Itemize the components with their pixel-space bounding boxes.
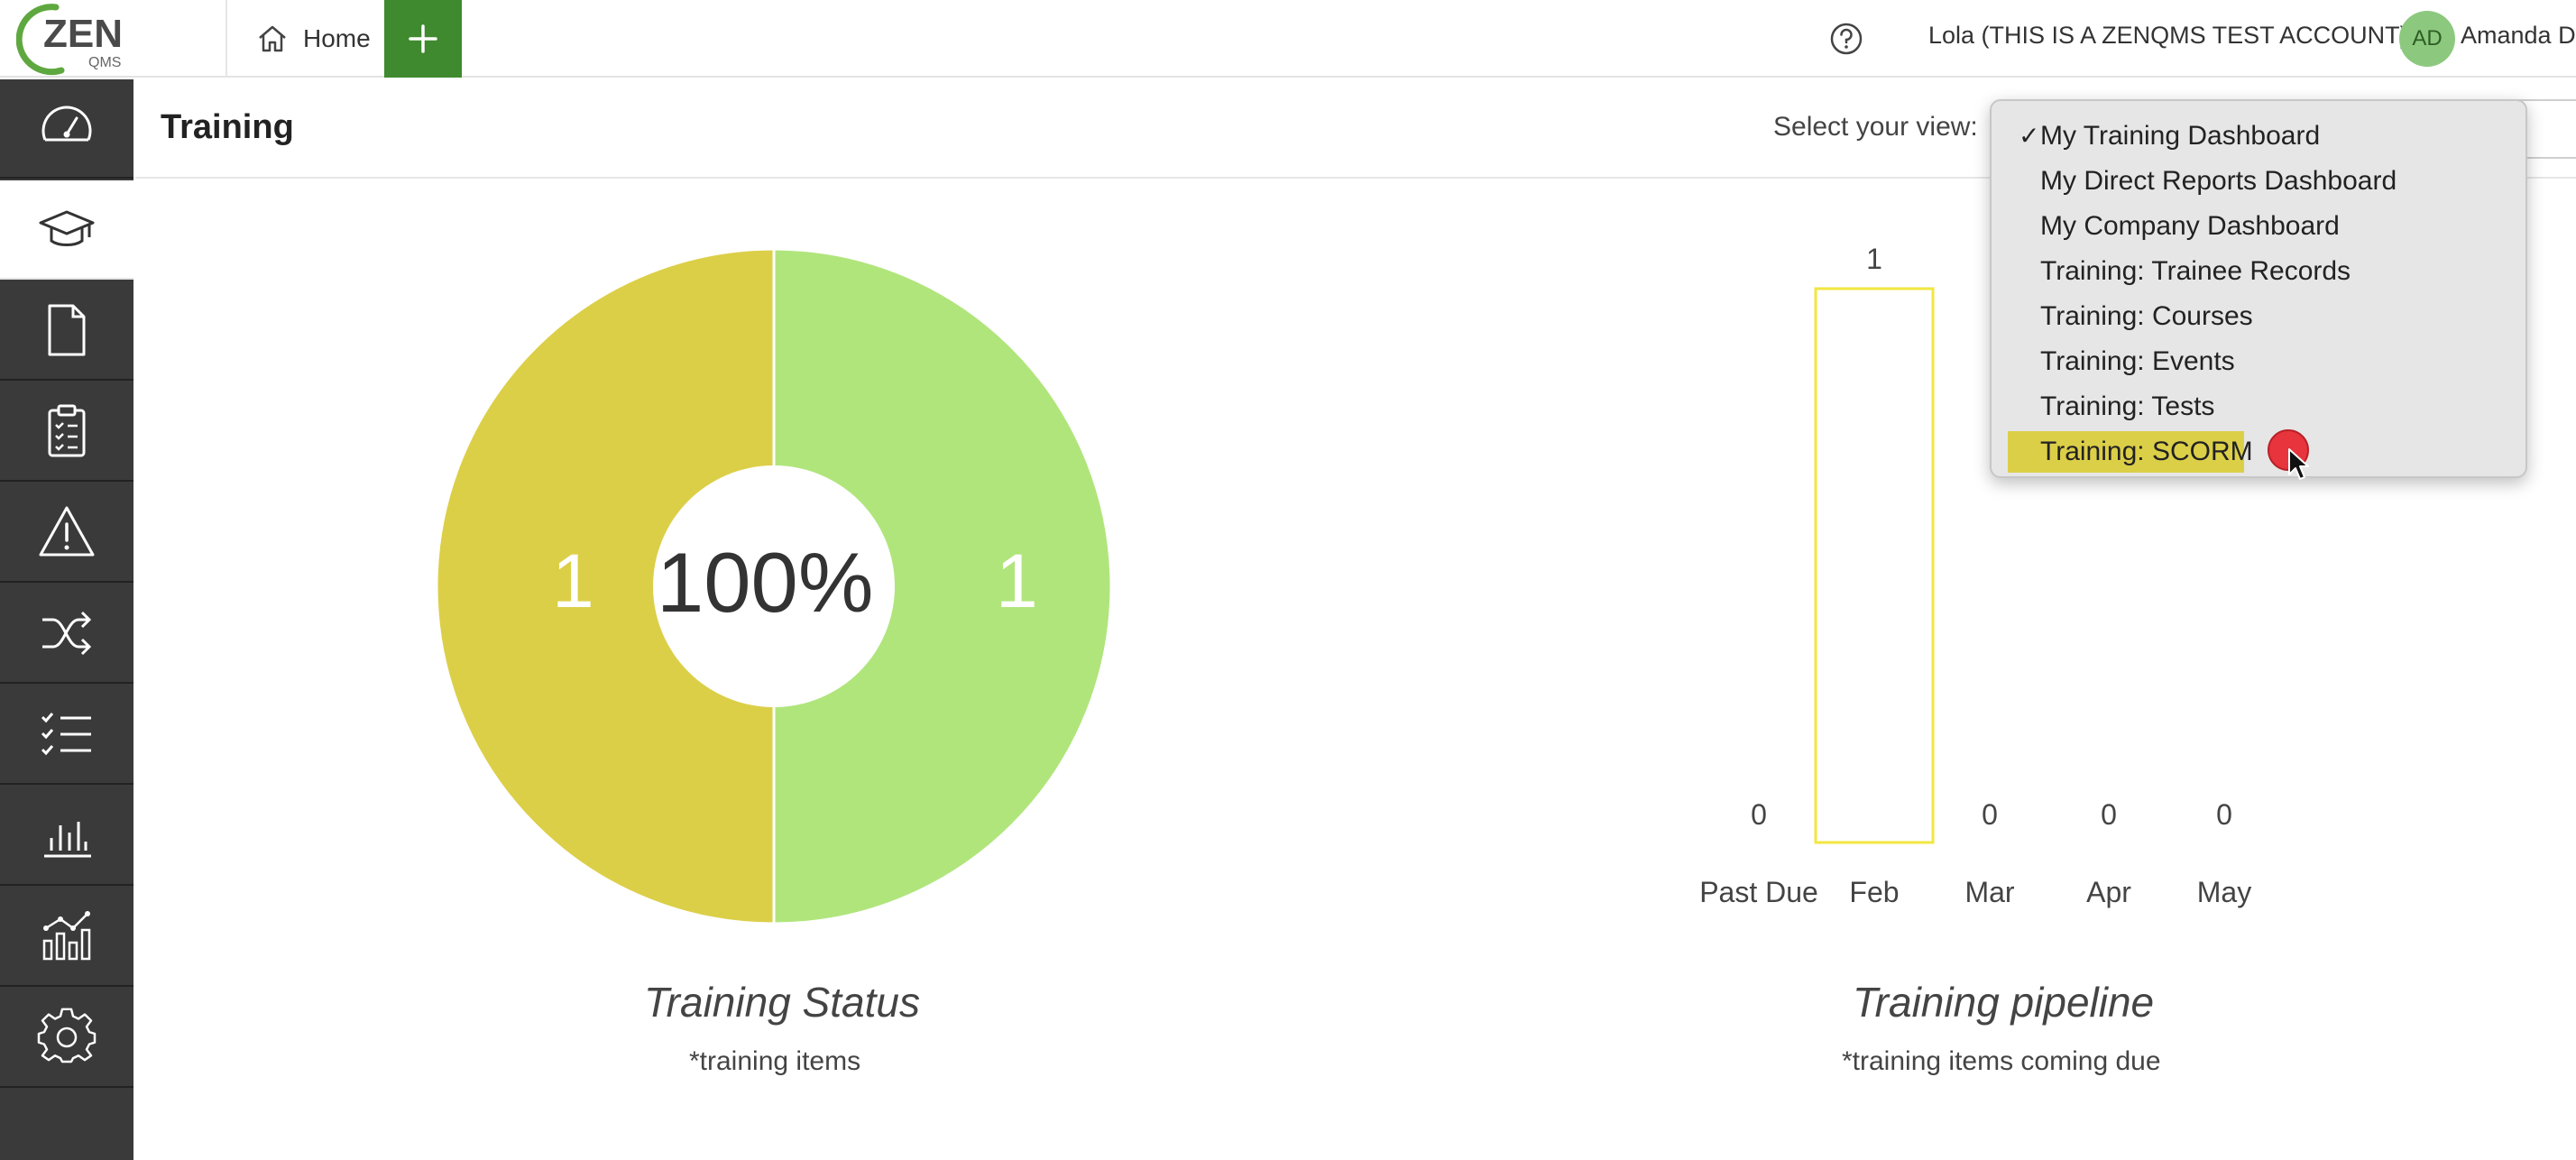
bar-value-label: 1: [1866, 243, 1882, 275]
chart-title: Training pipeline: [1853, 979, 2155, 1026]
dropdown-option-label: Training: SCORM: [2040, 437, 2253, 466]
x-tick-label: Feb: [1849, 876, 1899, 908]
sidebar-item-changes[interactable]: [0, 585, 133, 684]
sidebar-item-analytics[interactable]: [0, 888, 133, 987]
sidebar-item-reports[interactable]: [0, 787, 133, 886]
sidebar-item-training[interactable]: [0, 180, 133, 280]
dropdown-option[interactable]: Training: Events: [2006, 341, 2511, 382]
dropdown-option-label: Training: Courses: [2040, 301, 2253, 331]
bar-chart-icon: [44, 822, 91, 858]
user-name[interactable]: Amanda D: [2461, 22, 2576, 50]
bar[interactable]: [1814, 287, 1935, 844]
sidebar-item-documents[interactable]: [0, 281, 133, 381]
view-select-label: Select your view:: [1773, 112, 1978, 142]
sidebar-item-dashboard[interactable]: [0, 79, 133, 179]
x-tick-label: Apr: [2086, 876, 2131, 908]
add-button[interactable]: [384, 0, 462, 78]
x-tick-label: Mar: [1964, 876, 2014, 908]
mouse-cursor-icon: [2288, 448, 2309, 480]
sidebar-item-issues[interactable]: [0, 483, 133, 583]
dropdown-option[interactable]: Training: Courses: [2006, 296, 2511, 337]
chart-title: Training Status: [644, 979, 920, 1026]
logo-text: ZEN: [43, 12, 123, 56]
donut-center-label: 100%: [657, 535, 874, 630]
account-name[interactable]: Lola (THIS IS A ZENQMS TEST ACCOUNT): [1928, 22, 2408, 50]
dashboard-gauge-icon: [41, 106, 92, 142]
dropdown-option-label: Training: Events: [2040, 346, 2235, 376]
line-bar-chart-icon: [42, 911, 91, 961]
dropdown-option[interactable]: My Company Dashboard: [2006, 206, 2511, 247]
dropdown-option[interactable]: ✓ My Training Dashboard: [2006, 115, 2511, 157]
donut-slice-label: 1: [996, 539, 1038, 623]
document-icon: [48, 304, 86, 356]
chart-subtitle: *training items: [689, 1046, 861, 1076]
dropdown-option[interactable]: My Direct Reports Dashboard: [2006, 161, 2511, 202]
bar-value-label: 0: [2101, 798, 2117, 831]
gear-icon: [37, 1008, 97, 1063]
page-title: Training: [161, 108, 294, 146]
dropdown-option-label: Training: Tests: [2040, 391, 2215, 421]
sidebar: [0, 79, 133, 1160]
shuffle-icon: [42, 611, 92, 656]
x-tick-label: May: [2197, 876, 2251, 908]
bar-value-label: 0: [1751, 798, 1767, 831]
dropdown-option[interactable]: Training: Tests: [2006, 386, 2511, 428]
zenqms-logo[interactable]: ZEN QMS: [15, 2, 130, 76]
avatar[interactable]: AD: [2399, 11, 2455, 67]
home-tab-label: Home: [303, 24, 371, 52]
dropdown-option-label: My Training Dashboard: [2040, 121, 2321, 151]
dropdown-option[interactable]: Training: SCORM: [2008, 431, 2253, 473]
chart-subtitle: *training items coming due: [1842, 1046, 2161, 1076]
question-circle-icon[interactable]: [1827, 20, 1865, 58]
clipboard-checklist-icon: [48, 404, 86, 457]
dropdown-option-label: Training: Trainee Records: [2040, 256, 2351, 286]
top-bar: ZEN QMS Home Lola (THIS IS A ZENQMS TEST…: [0, 0, 2576, 78]
dropdown-option[interactable]: Training: Trainee Records: [2006, 251, 2511, 292]
sidebar-item-tasks[interactable]: [0, 686, 133, 785]
donut-slice-label: 1: [552, 539, 594, 623]
sidebar-item-audits[interactable]: [0, 382, 133, 482]
checklist-icon: [41, 713, 91, 756]
home-icon: [259, 25, 286, 52]
plus-icon: [409, 24, 437, 53]
x-tick-label: Past Due: [1699, 876, 1818, 908]
warning-triangle-icon: [39, 506, 95, 557]
bar-value-label: 0: [2216, 798, 2232, 831]
dropdown-option-label: My Company Dashboard: [2040, 211, 2340, 241]
home-tab[interactable]: Home: [254, 16, 371, 61]
graduation-cap-icon: [39, 210, 95, 246]
sidebar-item-settings[interactable]: [0, 989, 133, 1088]
checkmark-icon: ✓: [2019, 122, 2040, 150]
bar-value-label: 0: [1982, 798, 1998, 831]
dropdown-option-label: My Direct Reports Dashboard: [2040, 166, 2397, 196]
divider: [225, 0, 227, 78]
view-dropdown-menu: ✓ My Training Dashboard My Direct Reports …: [1990, 99, 2527, 478]
logo-subtext: QMS: [88, 55, 121, 70]
